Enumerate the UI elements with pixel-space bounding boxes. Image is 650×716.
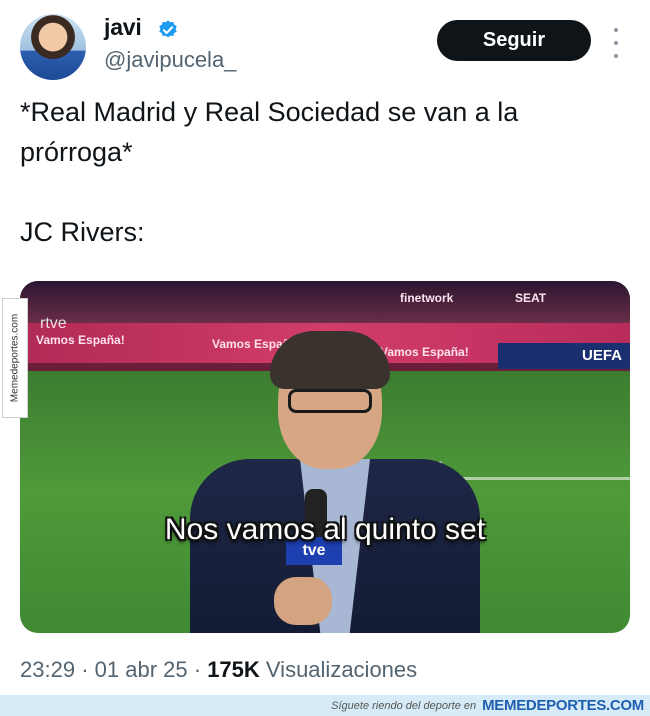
footer-text: Síguete riendo del deporte en: [331, 699, 477, 712]
ad-text: SEAT: [515, 291, 547, 305]
reporter-hand: [274, 577, 332, 625]
follow-button[interactable]: Seguir: [437, 20, 591, 61]
tweet-date[interactable]: 01 abr 25: [95, 657, 188, 682]
author-name[interactable]: javi: [104, 14, 142, 41]
more-options-icon[interactable]: [606, 28, 626, 58]
tweet-time[interactable]: 23:29: [20, 657, 75, 682]
reporter-glasses: [288, 389, 372, 413]
reporter-figure: tve: [190, 331, 480, 633]
tweet-meta: 23:29 · 01 abr 25 · 175K Visualizaciones: [20, 657, 417, 683]
media-caption: Nos vamos al quinto set: [164, 513, 486, 546]
verified-badge-icon: [159, 20, 177, 38]
uefa-board: UEFA: [498, 343, 630, 369]
tweet-media-image[interactable]: Vamos España! Vamos España! Vamos España…: [20, 281, 630, 633]
author-handle[interactable]: @javipucela_: [104, 47, 236, 73]
side-watermark: Memedeportes.com: [2, 298, 28, 418]
side-watermark-text: Memedeportes.com: [9, 313, 21, 403]
uefa-text: UEFA: [582, 347, 623, 364]
ad-text: finetwork: [400, 291, 454, 305]
avatar[interactable]: [20, 14, 86, 80]
broadcaster-logo: rtve: [40, 315, 67, 332]
views-label: Visualizaciones: [265, 657, 418, 682]
meta-separator: ·: [193, 657, 202, 682]
meta-separator: ·: [81, 657, 89, 682]
tweet-text: *Real Madrid y Real Sociedad se van a la…: [20, 97, 519, 247]
reporter-hair: [270, 331, 390, 389]
footer-watermark: Síguete riendo del deporte en MEMEDEPORT…: [0, 695, 650, 716]
ad-text: Vamos España!: [36, 333, 125, 347]
footer-brand[interactable]: MEMEDEPORTES.COM: [482, 697, 644, 714]
views-count: 175K: [207, 657, 260, 682]
